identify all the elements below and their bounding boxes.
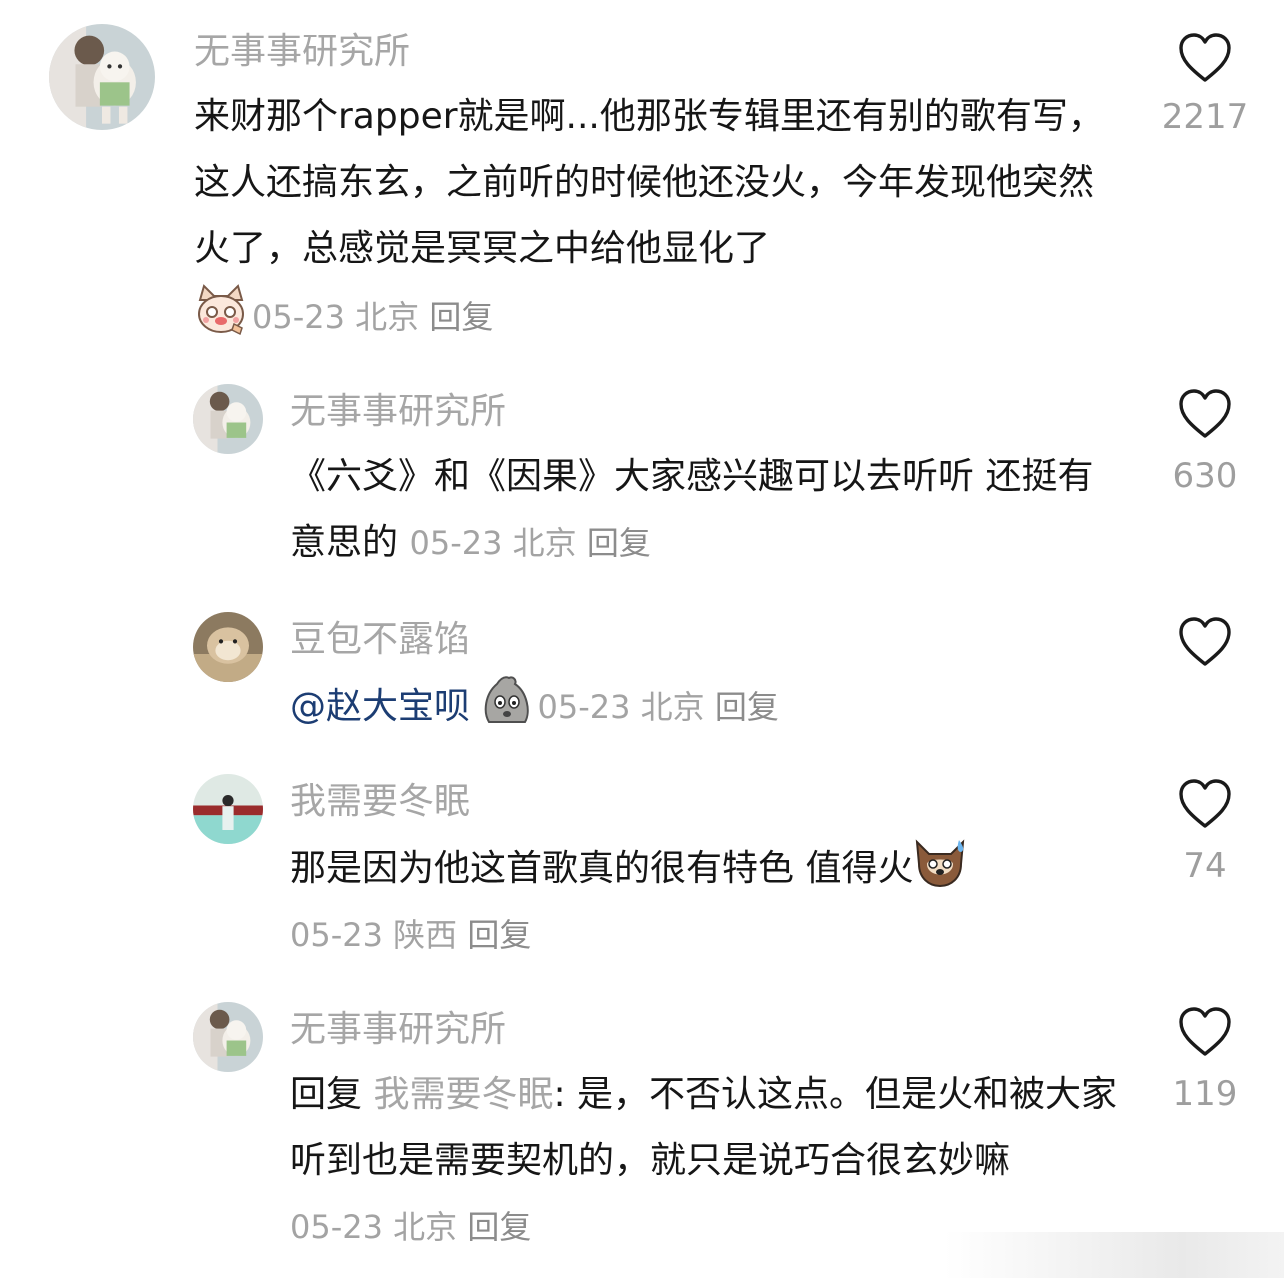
reply-button[interactable]: 回复 xyxy=(429,298,493,336)
username[interactable]: 无事事研究所 xyxy=(194,30,410,74)
mention-link[interactable]: @赵大宝呗 xyxy=(290,686,470,727)
username[interactable]: 无事事研究所 xyxy=(290,1008,506,1052)
comment-date: 05-23 xyxy=(252,298,345,336)
comment-meta: 05-23 北京 回复 xyxy=(409,524,650,562)
comment-location: 北京 xyxy=(393,1208,458,1246)
avatar[interactable] xyxy=(193,1002,263,1072)
avatar[interactable] xyxy=(49,24,155,130)
comment-location: 陕西 xyxy=(393,916,458,954)
comment-meta: 05-23 北京 回复 xyxy=(290,1208,531,1246)
reply-button[interactable]: 回复 xyxy=(587,524,651,562)
comment-text: 《六爻》和《因果》大家感兴趣可以去听听 还挺有意思的 05-23 北京 回复 xyxy=(290,444,1120,576)
comment-location: 北京 xyxy=(512,524,577,562)
username[interactable]: 豆包不露馅 xyxy=(290,618,470,662)
avatar[interactable] xyxy=(193,612,263,682)
like-count: 2217 xyxy=(1161,97,1249,137)
dog-sweat-emoji xyxy=(913,834,967,888)
comment-body: 来财那个rapper就是啊...他那张专辑里还有别的歌有写，这人还搞东玄，之前听… xyxy=(194,96,1104,269)
comment-date: 05-23 xyxy=(290,1208,383,1246)
reply-to-username[interactable]: 我需要冬眠 xyxy=(373,1074,553,1115)
like-heart-icon[interactable] xyxy=(1177,32,1233,84)
reply-button[interactable]: 回复 xyxy=(467,916,531,954)
username[interactable]: 我需要冬眠 xyxy=(290,780,470,824)
reply-prefix: 回复 xyxy=(290,1074,363,1115)
sweating-bun-emoji xyxy=(481,672,533,726)
bottom-fade xyxy=(944,1232,1284,1278)
comment-body: 那是因为他这首歌真的很有特色 值得火 xyxy=(290,848,914,889)
comment-meta: 05-23 陕西 回复 xyxy=(290,916,531,954)
like-heart-icon[interactable] xyxy=(1177,388,1233,440)
avatar[interactable] xyxy=(193,384,263,454)
comment-location: 北京 xyxy=(640,688,705,726)
reply-button[interactable]: 回复 xyxy=(467,1208,531,1246)
like-heart-icon[interactable] xyxy=(1177,616,1233,668)
comment-meta: 05-23 北京 回复 xyxy=(537,688,778,726)
comment-text: 来财那个rapper就是啊...他那张专辑里还有别的歌有写，这人还搞东玄，之前听… xyxy=(194,84,1124,350)
comment-date: 05-23 xyxy=(537,688,631,726)
comment-text: 那是因为他这首歌真的很有特色 值得火 05-23 陕西 回复 xyxy=(290,834,1120,968)
comment-date: 05-23 xyxy=(409,524,503,562)
like-heart-icon[interactable] xyxy=(1177,778,1233,830)
comment-text: 回复 我需要冬眠: 是，不否认这点。但是火和被大家听到也是需要契机的，就只是说巧… xyxy=(290,1062,1120,1260)
comment-date: 05-23 xyxy=(290,916,383,954)
cat-blush-emoji xyxy=(194,282,248,336)
like-count: 74 xyxy=(1183,846,1227,886)
like-count: 630 xyxy=(1172,456,1238,496)
like-count: 119 xyxy=(1172,1074,1238,1114)
reply-button[interactable]: 回复 xyxy=(715,688,779,726)
comment-location: 北京 xyxy=(355,298,420,336)
avatar[interactable] xyxy=(193,774,263,844)
username[interactable]: 无事事研究所 xyxy=(290,390,506,434)
like-heart-icon[interactable] xyxy=(1177,1006,1233,1058)
comment-text: @赵大宝呗 05-23 北京 回复 xyxy=(290,672,1120,740)
comment-meta: 05-23 北京 回复 xyxy=(252,298,493,336)
